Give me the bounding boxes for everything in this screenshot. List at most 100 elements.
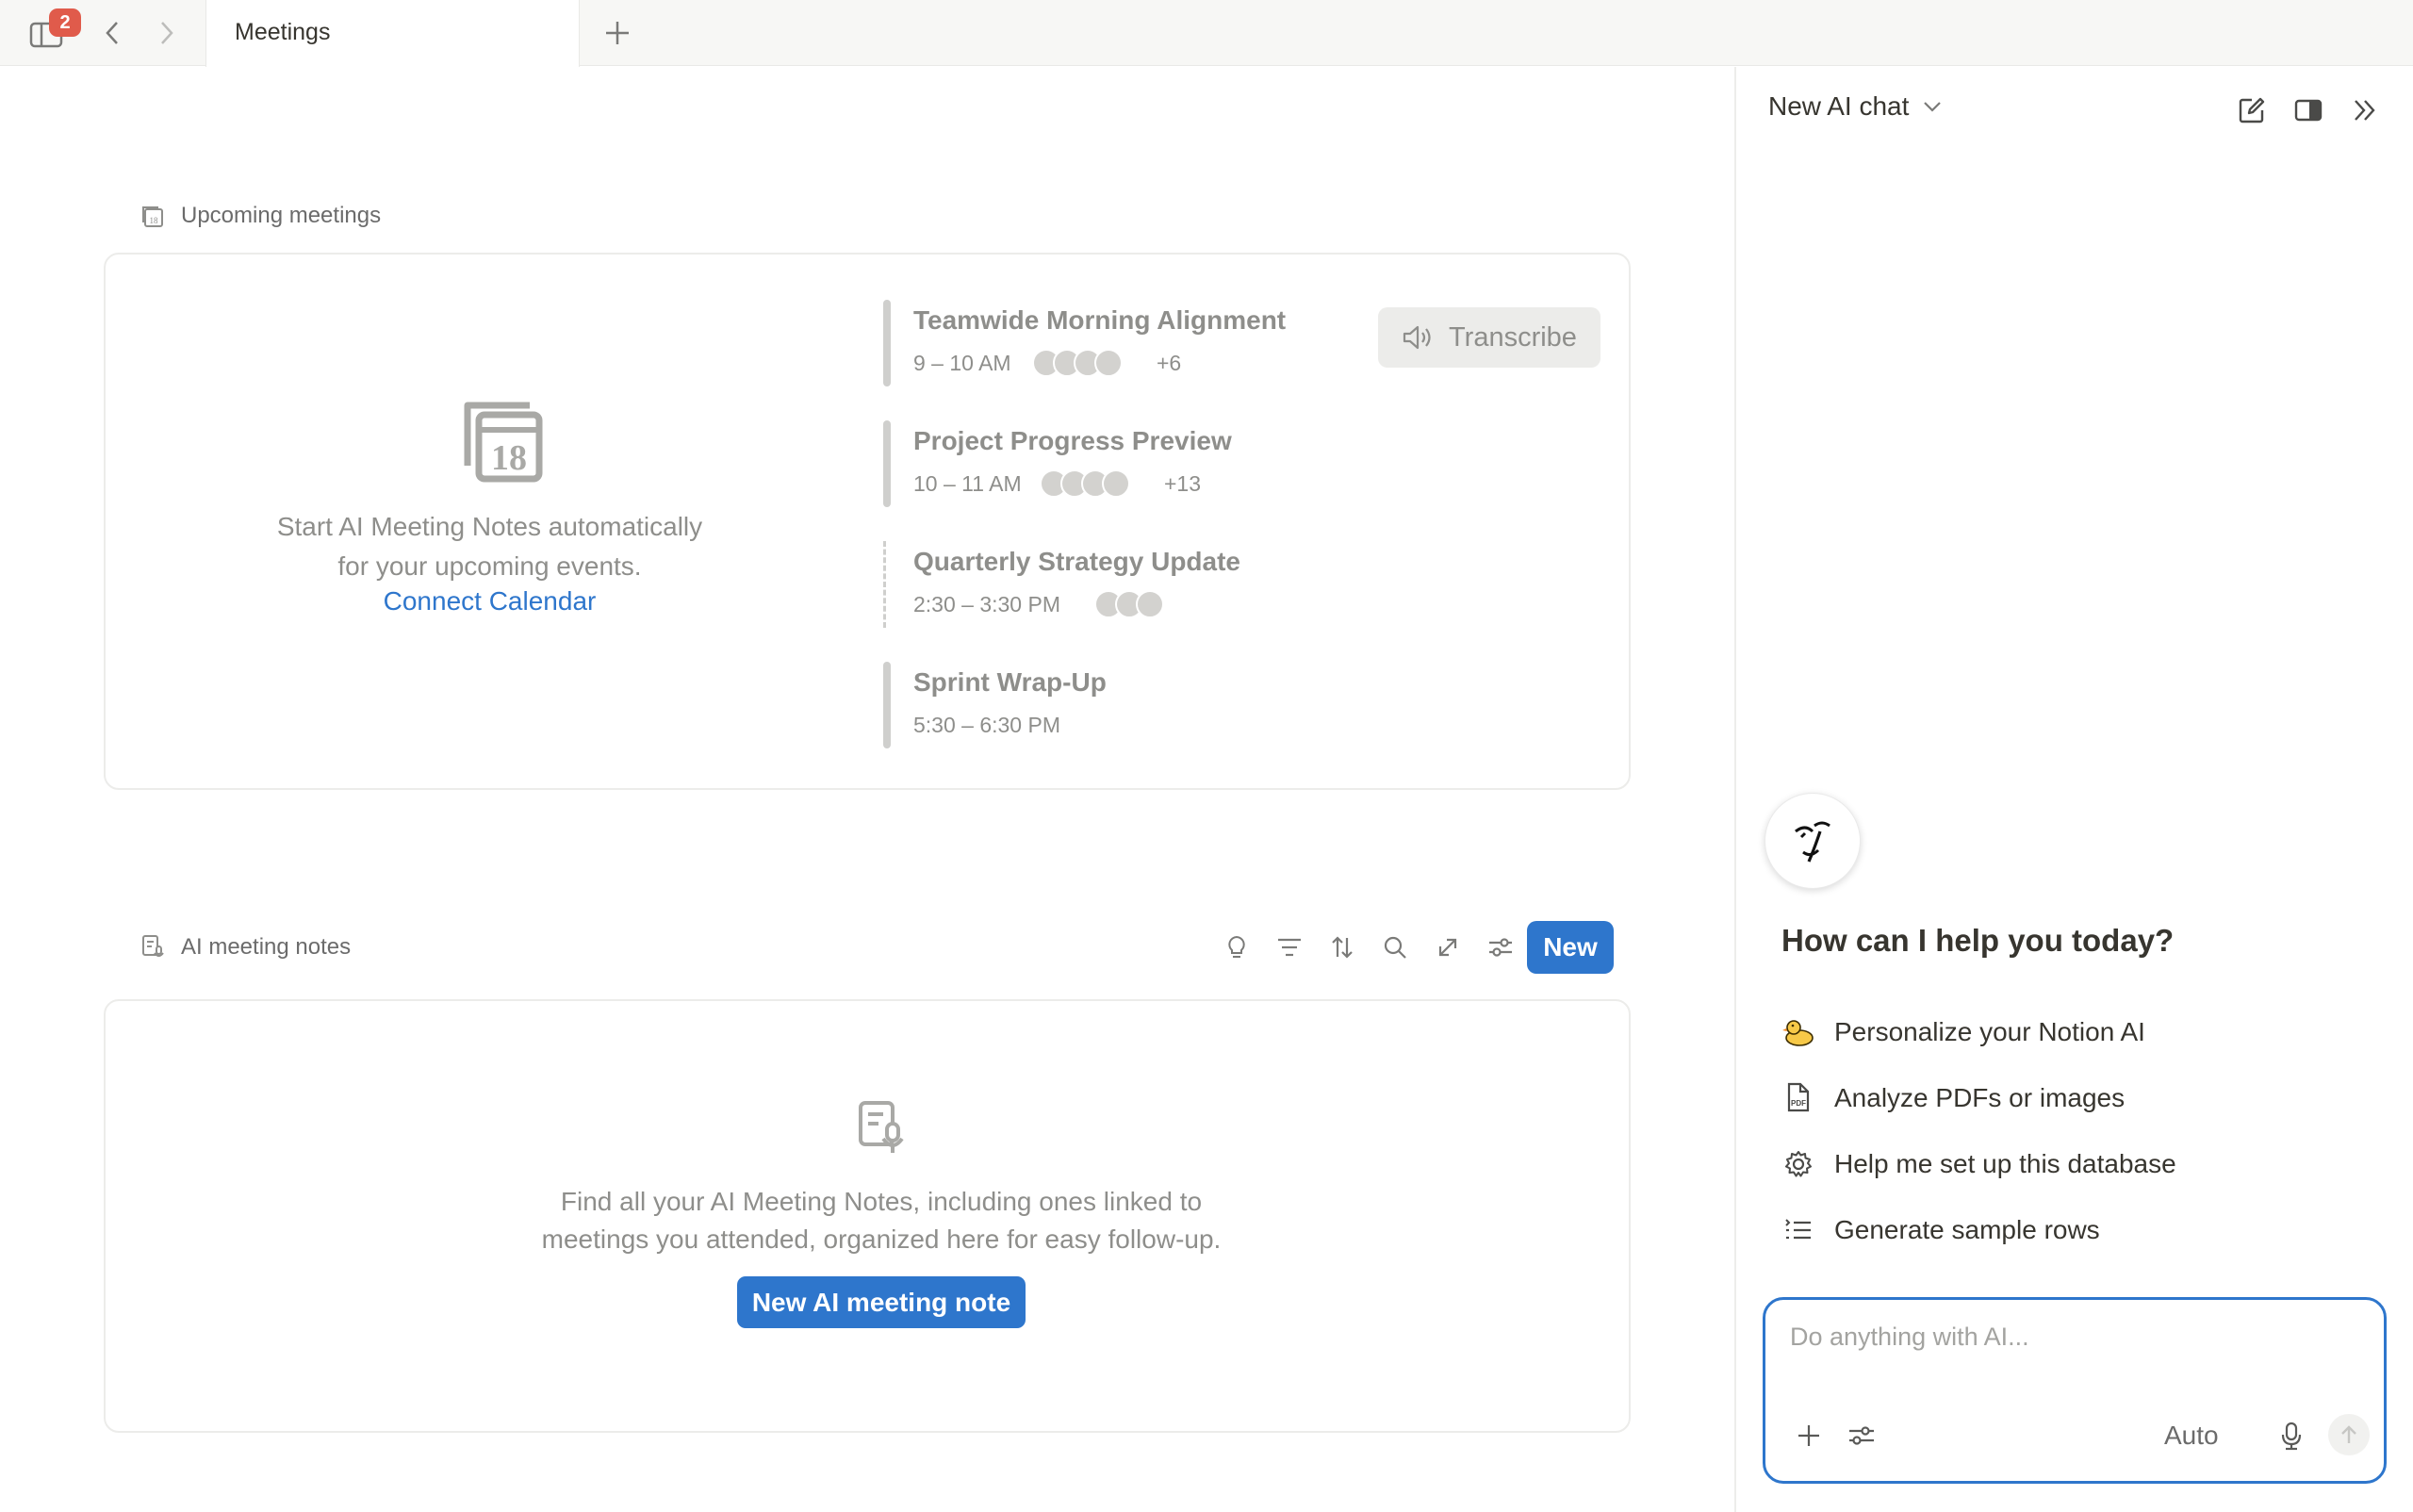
tab-meetings[interactable]: Meetings: [205, 0, 580, 67]
svg-text:18: 18: [491, 438, 527, 478]
meeting-title: Project Progress Preview: [913, 426, 1232, 455]
double-chevron-right-icon: [2355, 100, 2375, 121]
meeting-note-icon: [859, 1101, 904, 1153]
suggestion-generate-rows[interactable]: Generate sample rows: [1781, 1207, 2100, 1254]
ai-composer: Auto: [1763, 1297, 2387, 1484]
ai-settings-button[interactable]: [1841, 1415, 1882, 1456]
tab-bar: 2 Meetings: [0, 0, 2413, 67]
suggestions-button[interactable]: [1210, 921, 1263, 974]
duck-icon: [1781, 1015, 1815, 1049]
back-button[interactable]: [92, 13, 132, 53]
meeting-bar: [883, 420, 891, 507]
sort-icon: [1332, 936, 1353, 959]
avatar: [1136, 590, 1164, 618]
connect-calendar-link[interactable]: Connect Calendar: [247, 586, 732, 616]
transcribe-label: Transcribe: [1449, 321, 1577, 353]
section-title: AI meeting notes: [181, 934, 352, 960]
meeting-time: 2:30 – 3:30 PM: [913, 592, 1060, 616]
avatar: [1102, 469, 1130, 498]
view-settings-button[interactable]: [1474, 921, 1527, 974]
meeting-time: 10 – 11 AM: [913, 471, 1022, 496]
settings-sliders-icon: [1849, 1426, 1874, 1445]
search-button[interactable]: [1369, 921, 1421, 974]
suggestion-label: Analyze PDFs or images: [1834, 1083, 2126, 1112]
upcoming-meetings-header: 18 Upcoming meetings: [140, 203, 381, 229]
chevron-down-icon: [1924, 102, 1942, 112]
meeting-bar: [883, 300, 891, 386]
ai-chat-selector[interactable]: New AI chat: [1768, 91, 1943, 122]
transcribe-button[interactable]: Transcribe: [1378, 307, 1600, 368]
suggestion-personalize[interactable]: Personalize your Notion AI: [1781, 1009, 2145, 1056]
svg-text:18: 18: [150, 216, 159, 225]
attendee-extra-count: +6: [1157, 351, 1182, 375]
meeting-item[interactable]: Quarterly Strategy Update 2:30 – 3:30 PM: [883, 541, 1354, 628]
collapse-panel-button[interactable]: [2344, 90, 2386, 131]
main-content: 18 Upcoming meetings 18 Start AI Meeting…: [0, 67, 1734, 1512]
meeting-note-icon: [140, 934, 166, 961]
suggestion-label: Help me set up this database: [1834, 1149, 2176, 1178]
expand-button[interactable]: [1421, 921, 1474, 974]
lightbulb-icon: [1228, 935, 1245, 958]
meeting-title: Quarterly Strategy Update: [913, 547, 1240, 576]
arrow-up-icon: [2341, 1425, 2356, 1443]
forward-button[interactable]: [147, 13, 187, 53]
suggestion-setup-database[interactable]: Help me set up this database: [1781, 1141, 2176, 1188]
speaker-icon: [1403, 325, 1431, 350]
side-panel-icon: [2294, 99, 2323, 122]
add-attachment-button[interactable]: [1788, 1415, 1830, 1456]
calendar-empty-text-2: for your upcoming events.: [337, 551, 642, 581]
attendee-extra-count: +13: [1164, 471, 1202, 496]
ai-prompt-input[interactable]: [1790, 1323, 2356, 1352]
plus-icon: [1798, 1425, 1819, 1446]
send-button[interactable]: [2328, 1414, 2370, 1455]
meeting-bar: [883, 662, 891, 748]
new-tab-button[interactable]: [598, 13, 637, 53]
list-icon: [1781, 1213, 1815, 1247]
meeting-item[interactable]: Project Progress Preview 10 – 11 AM +13: [883, 420, 1354, 507]
voice-input-button[interactable]: [2271, 1415, 2312, 1456]
new-chat-button[interactable]: [2231, 90, 2273, 131]
new-button[interactable]: New: [1527, 921, 1614, 974]
notes-empty-text-1: Find all your AI Meeting Notes, includin…: [560, 1187, 1203, 1216]
avatar: [1094, 349, 1123, 377]
svg-text:PDF: PDF: [1791, 1099, 1806, 1108]
tab-title: Meetings: [235, 19, 331, 45]
notion-ai-avatar: [1765, 793, 1861, 889]
compose-icon: [2239, 97, 2265, 123]
meeting-time: 9 – 10 AM: [913, 351, 1011, 375]
notification-badge: 2: [49, 8, 81, 37]
notes-empty-text-2: meetings you attended, organized here fo…: [541, 1224, 1222, 1254]
plus-icon: [606, 22, 629, 44]
chevron-right-icon: [161, 22, 173, 44]
filter-button[interactable]: [1263, 921, 1316, 974]
calendar-empty-text-1: Start AI Meeting Notes automatically: [276, 512, 703, 541]
calendar-icon: 18: [140, 203, 166, 229]
ai-greeting: How can I help you today?: [1781, 923, 2175, 958]
panel-layout-button[interactable]: [2288, 90, 2329, 131]
section-title: Upcoming meetings: [181, 203, 382, 228]
microphone-icon: [2281, 1422, 2302, 1451]
calendar-icon: 18: [464, 402, 543, 483]
search-icon: [1384, 936, 1406, 959]
calendar-empty-state: 18 Start AI Meeting Notes automatically …: [106, 255, 874, 788]
meeting-bar-tentative: [883, 541, 891, 628]
meeting-time: 5:30 – 6:30 PM: [913, 713, 1060, 737]
gear-icon: [1781, 1147, 1815, 1181]
settings-sliders-icon: [1489, 938, 1512, 957]
model-mode-selector[interactable]: Auto: [2164, 1421, 2219, 1451]
notes-toolbar: [1210, 921, 1527, 974]
suggestion-label: Personalize your Notion AI: [1834, 1017, 2145, 1046]
meeting-title: Sprint Wrap-Up: [913, 667, 1107, 697]
chevron-left-icon: [106, 22, 118, 44]
new-ai-meeting-note-button[interactable]: New AI meeting note: [737, 1276, 1026, 1328]
meeting-item[interactable]: Teamwide Morning Alignment 9 – 10 AM +6: [883, 300, 1354, 386]
ai-chat-panel: New AI chat How can I help you today? Pe…: [1734, 67, 2413, 1512]
expand-icon: [1438, 938, 1457, 957]
notion-ai-face-icon: [1795, 821, 1830, 863]
meeting-item[interactable]: Sprint Wrap-Up 5:30 – 6:30 PM: [883, 662, 1354, 748]
pdf-icon: PDF: [1781, 1081, 1815, 1115]
suggestion-analyze-pdfs[interactable]: PDF Analyze PDFs or images: [1781, 1075, 2125, 1122]
ai-chat-title: New AI chat: [1768, 91, 1910, 121]
meeting-title: Teamwide Morning Alignment: [913, 305, 1287, 335]
sort-button[interactable]: [1316, 921, 1369, 974]
